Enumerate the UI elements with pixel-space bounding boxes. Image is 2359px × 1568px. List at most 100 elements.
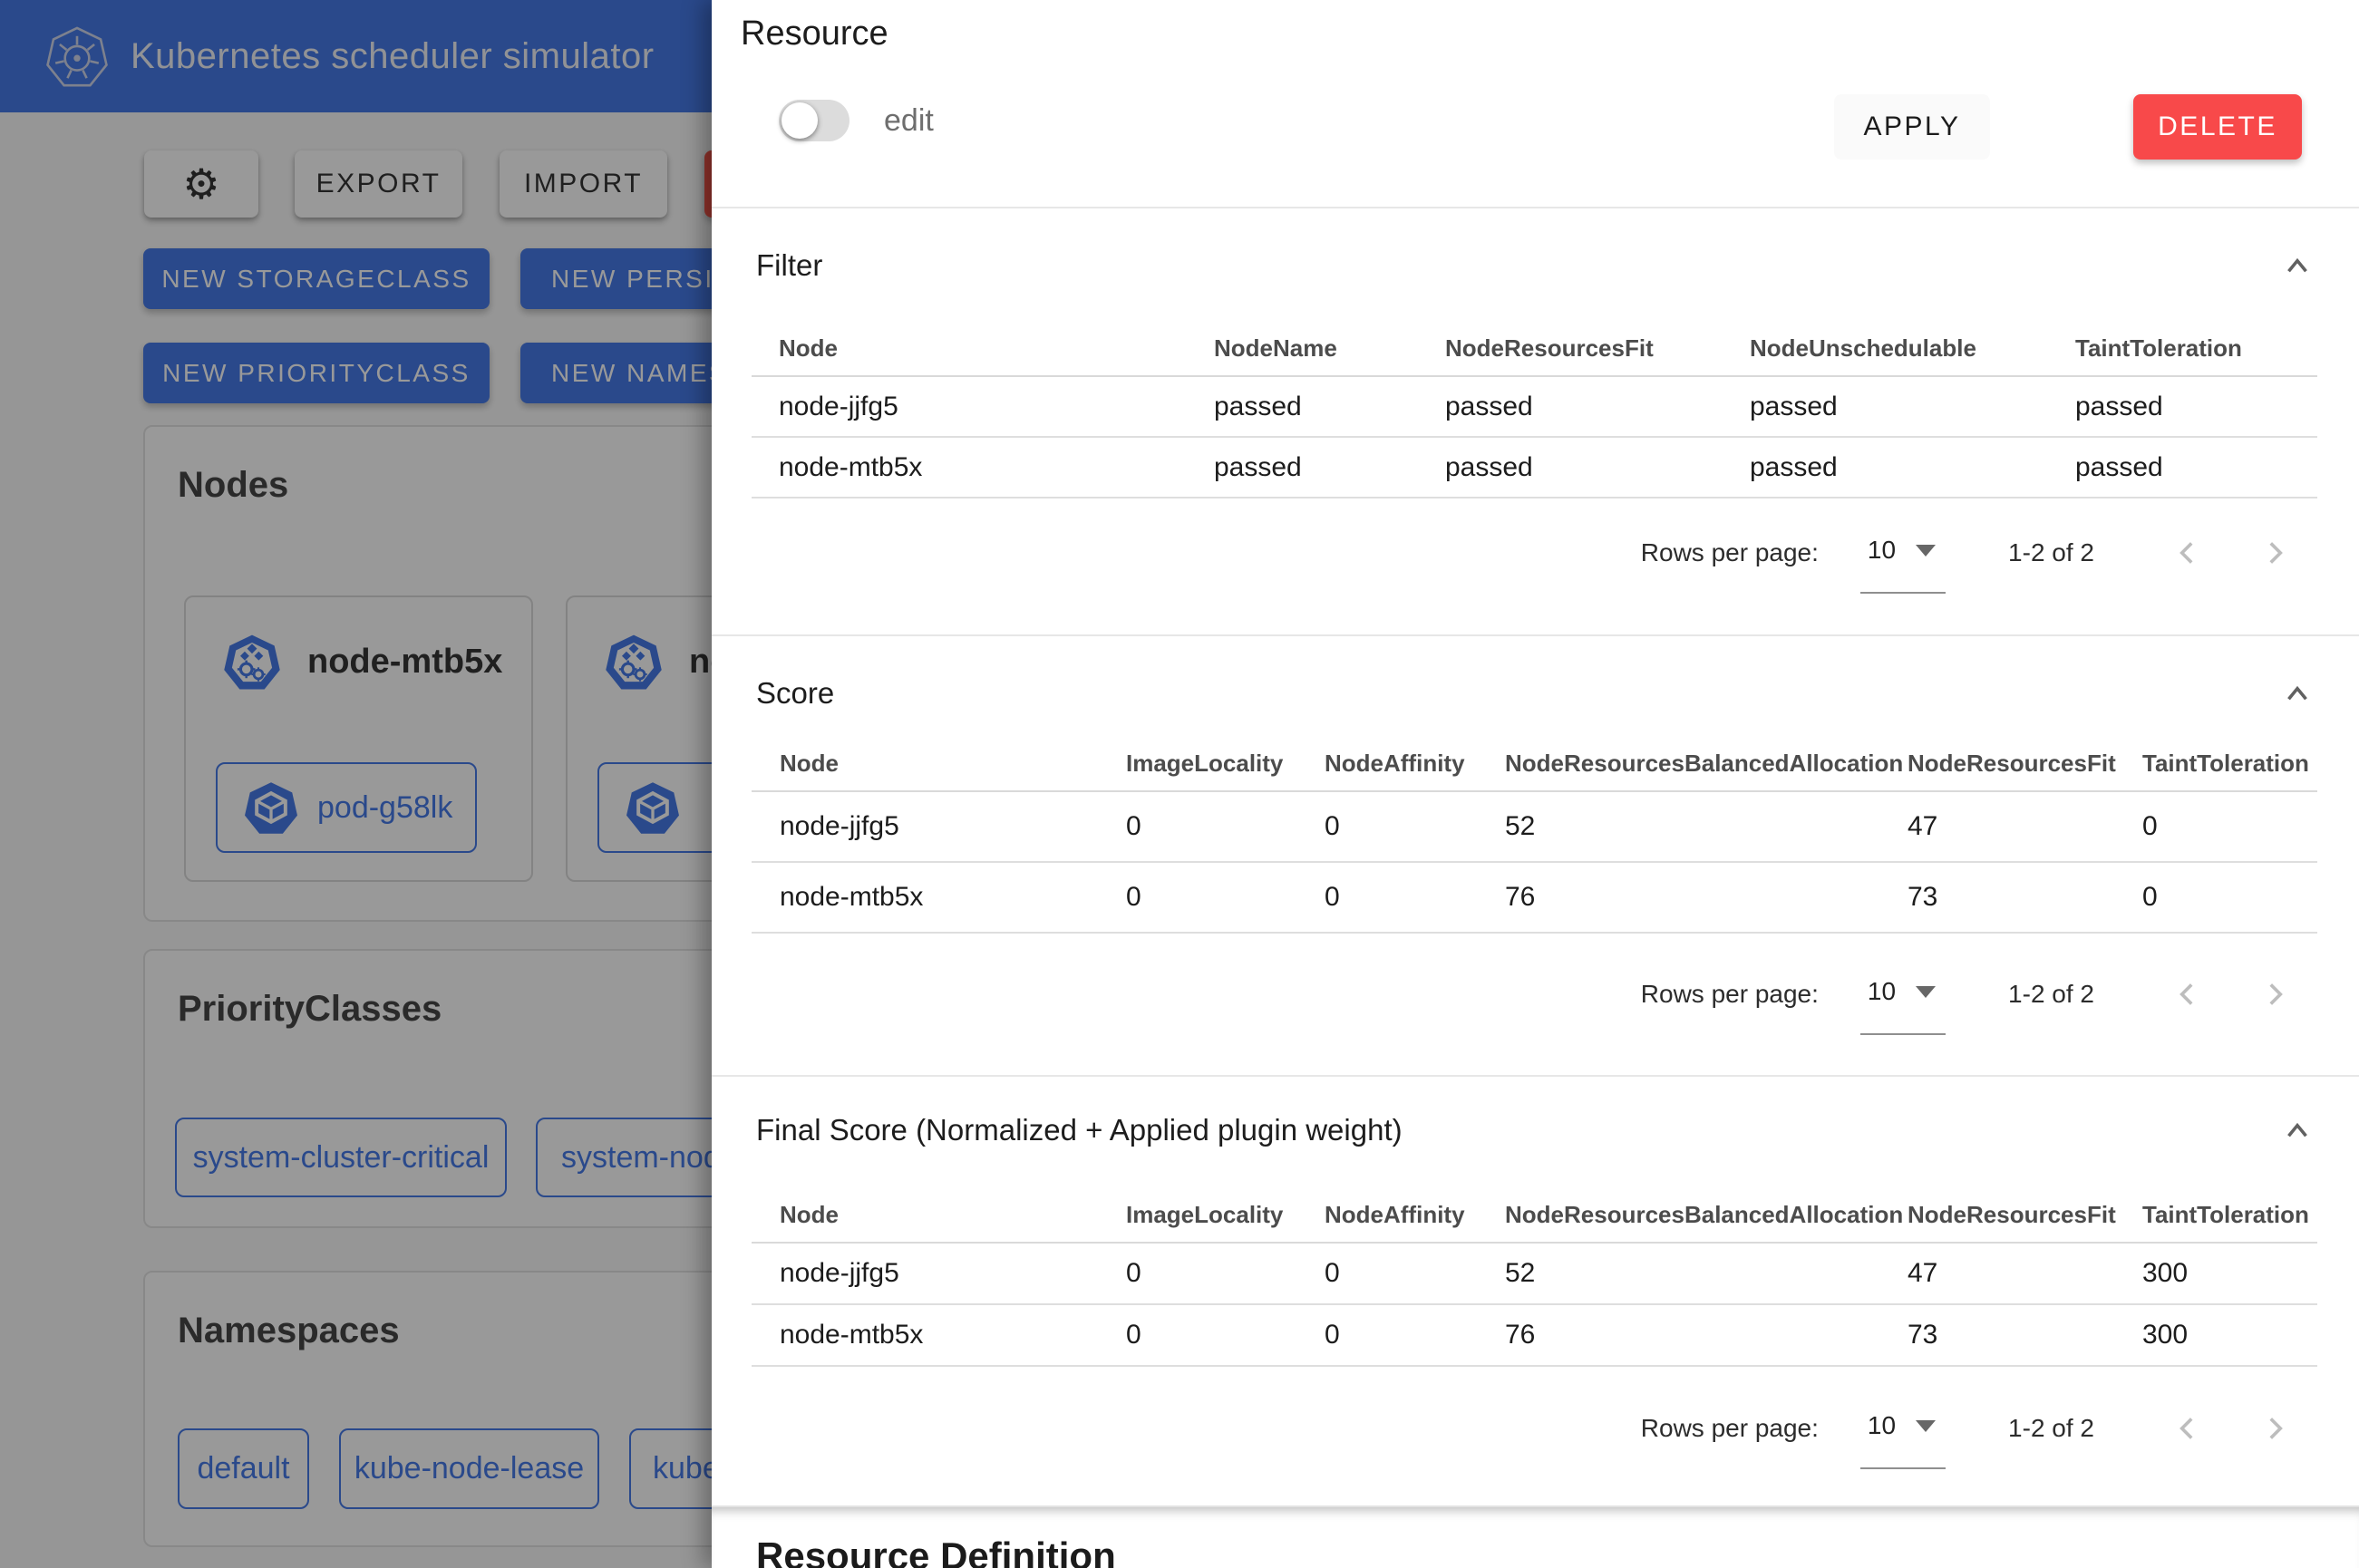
column-header: NodeAffinity [1325, 1201, 1505, 1229]
column-header: NodeResourcesBalancedAllocation [1505, 750, 1908, 778]
edit-toggle-label: edit [884, 100, 934, 141]
pagination-range: 1-2 of 2 [2008, 980, 2094, 1009]
column-header: NodeUnschedulable [1750, 334, 2075, 363]
resource-definition-title: Resource Definition [756, 1534, 1116, 1568]
delete-button-label: DELETE [2158, 111, 2277, 142]
filter-collapse-button[interactable] [2272, 241, 2323, 292]
table-header-row: Node ImageLocality NodeAffinity NodeReso… [752, 732, 2317, 792]
final-score-pagination: Rows per page: 10 1-2 of 2 [1641, 1401, 2296, 1456]
score-table: Node ImageLocality NodeAffinity NodeReso… [752, 732, 2317, 934]
caret-down-icon [1916, 1420, 1936, 1432]
caret-down-icon [1916, 545, 1936, 557]
cell-value: 73 [1908, 1320, 2142, 1350]
previous-page-button[interactable] [2167, 1408, 2209, 1449]
cell-value: passed [1445, 452, 1750, 483]
rows-per-page-select[interactable]: 10 [1860, 532, 1939, 574]
score-collapse-button[interactable] [2272, 669, 2323, 720]
caret-down-icon [1916, 986, 1936, 998]
rows-per-page-select[interactable]: 10 [1860, 1408, 1939, 1449]
column-header: TaintToleration [2075, 334, 2317, 363]
resource-drawer: Resource edit APPLY DELETE Filter Node N… [712, 0, 2359, 1568]
table-row: node-jjfg5 0 0 52 47 300 [752, 1244, 2317, 1305]
cell-value: 0 [1126, 1258, 1325, 1289]
final-score-section-title: Final Score (Normalized + Applied plugin… [756, 1113, 1403, 1147]
chevron-right-icon [2257, 977, 2292, 1011]
score-section-title: Score [756, 676, 834, 711]
column-header: TaintToleration [2142, 1201, 2317, 1229]
cell-value: 73 [1908, 882, 2142, 913]
table-row: node-jjfg5 passed passed passed passed [752, 377, 2317, 438]
cell-value: 300 [2142, 1258, 2317, 1289]
chevron-right-icon [2257, 1411, 2292, 1446]
cell-node: node-mtb5x [780, 882, 1126, 913]
cell-value: passed [1750, 452, 2075, 483]
apply-button-label: APPLY [1864, 111, 1961, 142]
edit-toggle[interactable] [779, 100, 849, 141]
filter-pagination: Rows per page: 10 1-2 of 2 [1641, 526, 2296, 580]
cell-value: passed [1750, 392, 2075, 422]
next-page-button[interactable] [2254, 973, 2296, 1015]
previous-page-button[interactable] [2167, 973, 2209, 1015]
chevron-up-icon [2280, 677, 2315, 711]
column-header: NodeResourcesFit [1908, 1201, 2142, 1229]
previous-page-button[interactable] [2167, 532, 2209, 574]
select-underline [1860, 1467, 1946, 1469]
filter-section-title: Filter [756, 248, 822, 283]
column-header: TaintToleration [2142, 750, 2317, 778]
chevron-up-icon [2280, 249, 2315, 284]
cell-value: passed [1214, 392, 1445, 422]
cell-value: 0 [2142, 811, 2317, 842]
cell-value: 0 [1325, 1258, 1505, 1289]
table-header-row: Node ImageLocality NodeAffinity NodeReso… [752, 1189, 2317, 1244]
cell-value: 0 [1126, 811, 1325, 842]
column-header: Node [780, 1201, 1126, 1229]
chevron-right-icon [2257, 536, 2292, 570]
cell-value: 0 [2142, 882, 2317, 913]
table-row: node-jjfg5 0 0 52 47 0 [752, 792, 2317, 863]
delete-button[interactable]: DELETE [2133, 94, 2302, 160]
apply-button[interactable]: APPLY [1834, 94, 1990, 160]
score-section: Score Node ImageLocality NodeAffinity No… [712, 634, 2359, 1075]
cell-value: 52 [1505, 1258, 1908, 1289]
cell-node: node-jjfg5 [780, 811, 1126, 842]
toggle-thumb [781, 102, 818, 139]
cell-value: passed [1445, 392, 1750, 422]
column-header: NodeName [1214, 334, 1445, 363]
rows-per-page-select[interactable]: 10 [1860, 973, 1939, 1015]
cell-value: passed [2075, 452, 2317, 483]
cell-value: 76 [1505, 1320, 1908, 1350]
rows-per-page-value: 10 [1868, 1411, 1896, 1440]
cell-value: passed [1214, 452, 1445, 483]
pagination-range: 1-2 of 2 [2008, 538, 2094, 567]
cell-value: 0 [1126, 1320, 1325, 1350]
cell-value: 47 [1908, 811, 2142, 842]
column-header: NodeResourcesFit [1445, 334, 1750, 363]
chevron-left-icon [2170, 536, 2205, 570]
rows-per-page-label: Rows per page: [1641, 538, 1819, 567]
column-header: ImageLocality [1126, 1201, 1325, 1229]
column-header: ImageLocality [1126, 750, 1325, 778]
final-score-table: Node ImageLocality NodeAffinity NodeReso… [752, 1189, 2317, 1367]
column-header: Node [780, 750, 1126, 778]
cell-node: node-mtb5x [780, 1320, 1126, 1350]
rows-per-page-label: Rows per page: [1641, 1414, 1819, 1443]
cell-value: 0 [1325, 882, 1505, 913]
column-header: NodeResourcesBalancedAllocation [1505, 1201, 1908, 1229]
rows-per-page-label: Rows per page: [1641, 980, 1819, 1009]
cell-node: node-jjfg5 [780, 1258, 1126, 1289]
cell-value: 0 [1325, 1320, 1505, 1350]
cell-node: node-mtb5x [779, 452, 1214, 483]
rows-per-page-value: 10 [1868, 977, 1896, 1006]
table-row: node-mtb5x 0 0 76 73 300 [752, 1305, 2317, 1367]
final-score-section: Final Score (Normalized + Applied plugin… [712, 1075, 2359, 1505]
final-score-collapse-button[interactable] [2272, 1106, 2323, 1157]
column-header: Node [779, 334, 1214, 363]
select-underline [1860, 592, 1946, 594]
next-page-button[interactable] [2254, 532, 2296, 574]
score-pagination: Rows per page: 10 1-2 of 2 [1641, 967, 2296, 1021]
column-header: NodeResourcesFit [1908, 750, 2142, 778]
cell-value: 47 [1908, 1258, 2142, 1289]
chevron-up-icon [2280, 1114, 2315, 1148]
resource-definition-section: Resource Definition [712, 1505, 2359, 1568]
next-page-button[interactable] [2254, 1408, 2296, 1449]
